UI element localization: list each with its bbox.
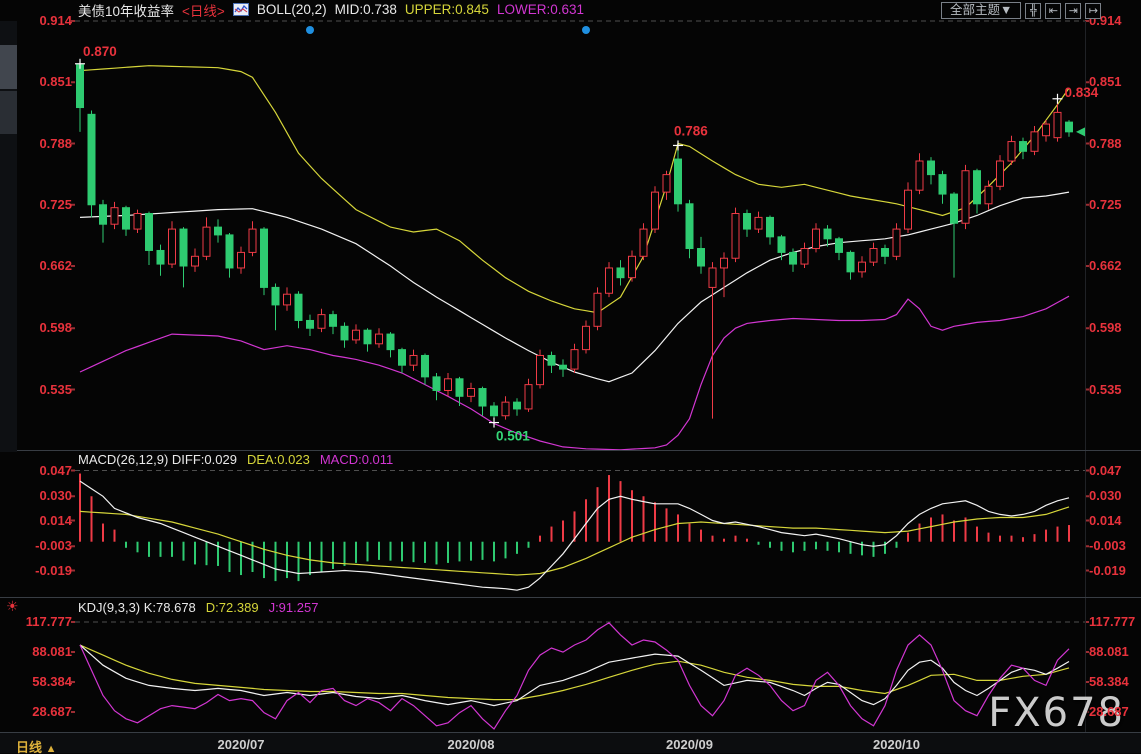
boll-upper-value: UPPER:0.845 (404, 2, 489, 17)
left-toolbar[interactable] (0, 21, 17, 452)
price-annotation: 0.870 (83, 44, 117, 59)
macd-dea-value: DEA:0.023 (246, 452, 310, 467)
boll-mid-value: MID:0.738 (334, 2, 397, 17)
compress-axis-icon[interactable]: ⇤ (1045, 2, 1062, 19)
timeline-bar[interactable] (0, 733, 1141, 753)
expand-axis-icon[interactable]: ⇥ (1065, 2, 1082, 19)
boll-lower-value: LOWER:0.631 (496, 2, 584, 17)
kdj-j-value: J:91.257 (268, 600, 319, 615)
kdj-d-value: D:72.389 (205, 600, 259, 615)
theme-selector-button[interactable]: 全部主题▼ (941, 2, 1022, 19)
macd-header: MACD(26,12,9) DIFF:0.029 DEA:0.023 MACD:… (78, 452, 393, 467)
macd-params-diff: MACD(26,12,9) DIFF:0.029 (78, 452, 237, 467)
candles-layer (76, 63, 1073, 423)
period-tab-label: 日线 (16, 740, 43, 754)
toolbar-block[interactable] (0, 45, 17, 89)
period-tab[interactable]: 日线 ▲ (16, 737, 57, 754)
watermark: FX678 (988, 690, 1125, 736)
chart-header: 美债10年收益率 <日线> BOLL(20,2) MID:0.738 UPPER… (78, 0, 584, 20)
macd-layer (79, 473, 1070, 591)
period-tag[interactable]: <日线> (182, 0, 225, 20)
price-annotation: 0.501 (496, 429, 530, 444)
crosshair-icon[interactable]: ╬ (1025, 2, 1042, 19)
event-dot[interactable] (582, 26, 590, 34)
indicator-chart-icon (232, 3, 249, 16)
price-annotation: 0.786 (674, 123, 708, 138)
toolbar-block[interactable] (0, 91, 17, 134)
price-annotation: 0.834 (1065, 85, 1099, 100)
chart-canvas[interactable]: 0.870 0.786 0.834 0.501 (0, 0, 1141, 754)
event-dot[interactable] (306, 26, 314, 34)
macd-value: MACD:0.011 (319, 452, 394, 467)
shift-right-icon[interactable]: ↦ (1085, 2, 1102, 19)
boll-params: BOLL(20,2) (256, 2, 327, 17)
top-controls: 全部主题▼ ╬ ⇤ ⇥ ↦ (941, 2, 1102, 19)
trading-chart-window: 0.870 0.786 0.834 0.501 美债10年收益率 <日线> BOLL(… (0, 0, 1141, 754)
kdj-header: KDJ(9,3,3) K:78.678 D:72.389 J:91.257 (78, 600, 318, 615)
instrument-title: 美债10年收益率 (78, 3, 175, 19)
triangle-up-icon: ▲ (45, 743, 57, 754)
live-indicator-icon: ☀ (6, 598, 19, 614)
gridlines (71, 20, 1089, 732)
last-price-marker (1076, 127, 1085, 137)
kdj-layer (79, 622, 1070, 730)
kdj-params-k: KDJ(9,3,3) K:78.678 (78, 600, 196, 615)
